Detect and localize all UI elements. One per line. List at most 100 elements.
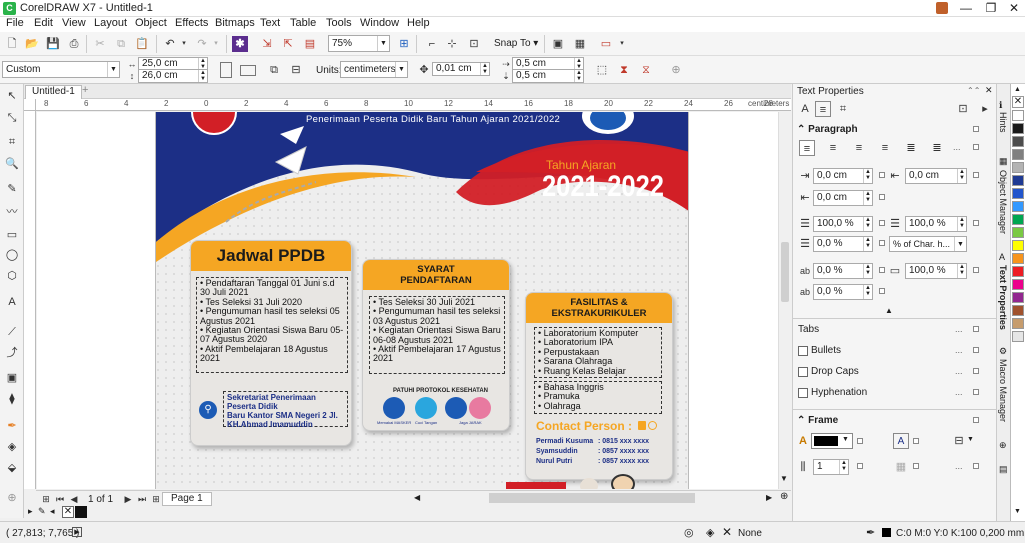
- new-document-icon[interactable]: 🗋: [4, 36, 20, 52]
- syarat-card[interactable]: SYARAT PENDAFTARAN • Tes Seleksi 30 Juli…: [362, 259, 510, 431]
- paragraph-section-toggle[interactable]: [973, 126, 979, 132]
- menu-object[interactable]: Object: [135, 17, 167, 29]
- drop-caps-checkbox[interactable]: [798, 367, 808, 377]
- scroll-down-icon[interactable]: ▼: [780, 474, 788, 483]
- vertical-align-icon[interactable]: ⊟: [951, 433, 967, 449]
- first-line-lock[interactable]: [973, 172, 979, 178]
- units-select[interactable]: centimeters ▼: [340, 61, 408, 78]
- hints-tab-icon[interactable]: ℹ: [999, 100, 1002, 111]
- hyphenation-more-icon[interactable]: ...: [955, 387, 963, 397]
- frame-color-lock[interactable]: [857, 438, 863, 444]
- bullets-more-icon[interactable]: ...: [955, 345, 963, 355]
- treat-as-filled-icon[interactable]: ⬚: [594, 62, 610, 78]
- interactive-fill-icon[interactable]: ◈: [4, 439, 20, 455]
- justify-icon[interactable]: ≣: [903, 140, 919, 156]
- align-right-icon[interactable]: ≡: [877, 140, 893, 156]
- collapse-paragraph-icon[interactable]: ▲: [885, 306, 893, 315]
- macro-manager-tab-icon[interactable]: ⚙: [999, 346, 1007, 357]
- object-manager-tab-icon[interactable]: ▦: [999, 156, 1008, 167]
- page-preset-select[interactable]: Custom ▼: [2, 61, 120, 78]
- export-icon[interactable]: ⇱: [280, 36, 296, 52]
- palette-swatch[interactable]: [1012, 110, 1024, 121]
- page-height-field[interactable]: 26,0 cm ▲ ▼: [138, 69, 208, 83]
- align-center-icon[interactable]: ≡: [851, 140, 867, 156]
- crop-tool-icon[interactable]: ⌗: [4, 134, 20, 150]
- portrait-icon[interactable]: [220, 62, 232, 78]
- transparency-tool-icon[interactable]: ⧫: [4, 391, 20, 407]
- black-swatch[interactable]: [75, 506, 87, 518]
- fasilitas-card[interactable]: FASILITAS & EKSTRAKURIKULER • Laboratori…: [525, 292, 673, 480]
- hyphenation-checkbox[interactable]: [798, 388, 808, 398]
- char-spacing-lock[interactable]: [973, 220, 979, 226]
- extra-spacing-lock[interactable]: [879, 288, 885, 294]
- language-spacing-field[interactable]: 0,0 % ▲ ▼: [813, 263, 873, 279]
- palette-swatch[interactable]: [1012, 149, 1024, 160]
- menu-layout[interactable]: Layout: [94, 17, 127, 29]
- column-settings-lock[interactable]: [913, 463, 919, 469]
- character-tab-icon[interactable]: A: [797, 101, 813, 117]
- page-counter[interactable]: 1 of 1: [88, 494, 113, 505]
- close-button[interactable]: ✕: [1002, 0, 1025, 17]
- text-frame-icon[interactable]: A: [893, 433, 909, 449]
- align-none-icon[interactable]: ≡: [799, 140, 815, 156]
- tabs-label[interactable]: Tabs: [798, 324, 819, 335]
- palette-swatch[interactable]: [1012, 136, 1024, 147]
- palette-arrow-icon[interactable]: ◂: [50, 506, 55, 517]
- frame-section-toggle[interactable]: [973, 417, 979, 423]
- user-account-icon[interactable]: [936, 2, 948, 14]
- landscape-icon[interactable]: [240, 65, 256, 76]
- paste-icon[interactable]: 📋: [134, 36, 150, 52]
- poster-page[interactable]: Penerimaan Peserta Didik Baru Tahun Ajar…: [155, 112, 689, 489]
- shape-tool-icon[interactable]: ⤡: [4, 110, 20, 126]
- palette-swatch[interactable]: [1012, 227, 1024, 238]
- drop-shadow-icon[interactable]: ▣: [4, 370, 20, 386]
- copy-icon[interactable]: ⧉: [113, 36, 129, 52]
- palette-swatch[interactable]: [1012, 188, 1024, 199]
- tab-text-properties[interactable]: Text Properties: [998, 265, 1008, 330]
- before-paragraph-lock[interactable]: [879, 240, 885, 246]
- docker-expand-icon[interactable]: ⌃⌃: [967, 86, 980, 95]
- import-icon[interactable]: ⇲: [259, 36, 275, 52]
- color-proof-icon[interactable]: ◎: [684, 526, 694, 539]
- redo-dropdown-icon[interactable]: ▾: [208, 36, 224, 52]
- zoom-tool-icon[interactable]: 🔍: [4, 156, 20, 172]
- menu-help[interactable]: Help: [407, 17, 430, 29]
- cut-icon[interactable]: ✂: [92, 36, 108, 52]
- vertical-align-dropdown-icon[interactable]: ▼: [967, 436, 974, 443]
- print-icon[interactable]: ⎙: [66, 36, 82, 52]
- palette-swatch[interactable]: [1012, 123, 1024, 134]
- docker-options-icon[interactable]: ⊡: [955, 101, 971, 117]
- frame-more-icon[interactable]: ...: [955, 461, 963, 471]
- no-color-swatch[interactable]: ✕: [62, 506, 74, 518]
- snap-to-menu[interactable]: Snap To ▾: [494, 38, 538, 49]
- right-indent-field[interactable]: 0,0 cm ▲ ▼: [813, 190, 873, 206]
- drawing-canvas[interactable]: Penerimaan Peserta Didik Baru Tahun Ajar…: [37, 112, 778, 489]
- align-more-icon[interactable]: ...: [953, 142, 961, 152]
- no-color-palette-swatch[interactable]: ✕: [1012, 96, 1024, 108]
- show-grid-icon[interactable]: ⊹: [444, 36, 460, 52]
- spacing-unit-select[interactable]: % of Char. h... ▼: [889, 236, 967, 252]
- palette-swatch[interactable]: [1012, 318, 1024, 329]
- page-1-tab[interactable]: Page 1: [162, 492, 212, 506]
- scroll-right-icon[interactable]: ▶: [766, 493, 772, 502]
- welcome-dropdown-icon[interactable]: ▾: [614, 36, 630, 52]
- save-icon[interactable]: 💾: [45, 36, 61, 52]
- palette-swatch[interactable]: [1012, 331, 1024, 342]
- polygon-tool-icon[interactable]: ⬡: [4, 268, 20, 284]
- customize-toolbox-icon[interactable]: ⊕: [4, 490, 20, 506]
- tab-untitled-1[interactable]: Untitled-1: [25, 85, 82, 99]
- right-indent-lock[interactable]: [879, 194, 885, 200]
- tabs-more-icon[interactable]: ...: [955, 324, 963, 334]
- jadwal-card[interactable]: Jadwal PPDB • Pendaftaran Tanggal 01 Jun…: [190, 240, 352, 446]
- bullets-toggle[interactable]: [973, 347, 979, 353]
- parallel-dimension-icon[interactable]: ⟋: [4, 324, 20, 340]
- all-pages-icon[interactable]: ⧉: [266, 62, 282, 78]
- draw-objects-icon[interactable]: ⧗: [616, 62, 632, 78]
- docker-menu-icon[interactable]: ▸: [977, 101, 993, 117]
- freehand-tool-icon[interactable]: ✎: [4, 181, 20, 197]
- docker-bottom-icon[interactable]: ▤: [999, 464, 1008, 475]
- palette-swatch[interactable]: [1012, 201, 1024, 212]
- left-indent-lock[interactable]: [879, 172, 885, 178]
- align-lock-toggle[interactable]: [973, 144, 979, 150]
- horizontal-scroll-thumb[interactable]: [489, 493, 695, 503]
